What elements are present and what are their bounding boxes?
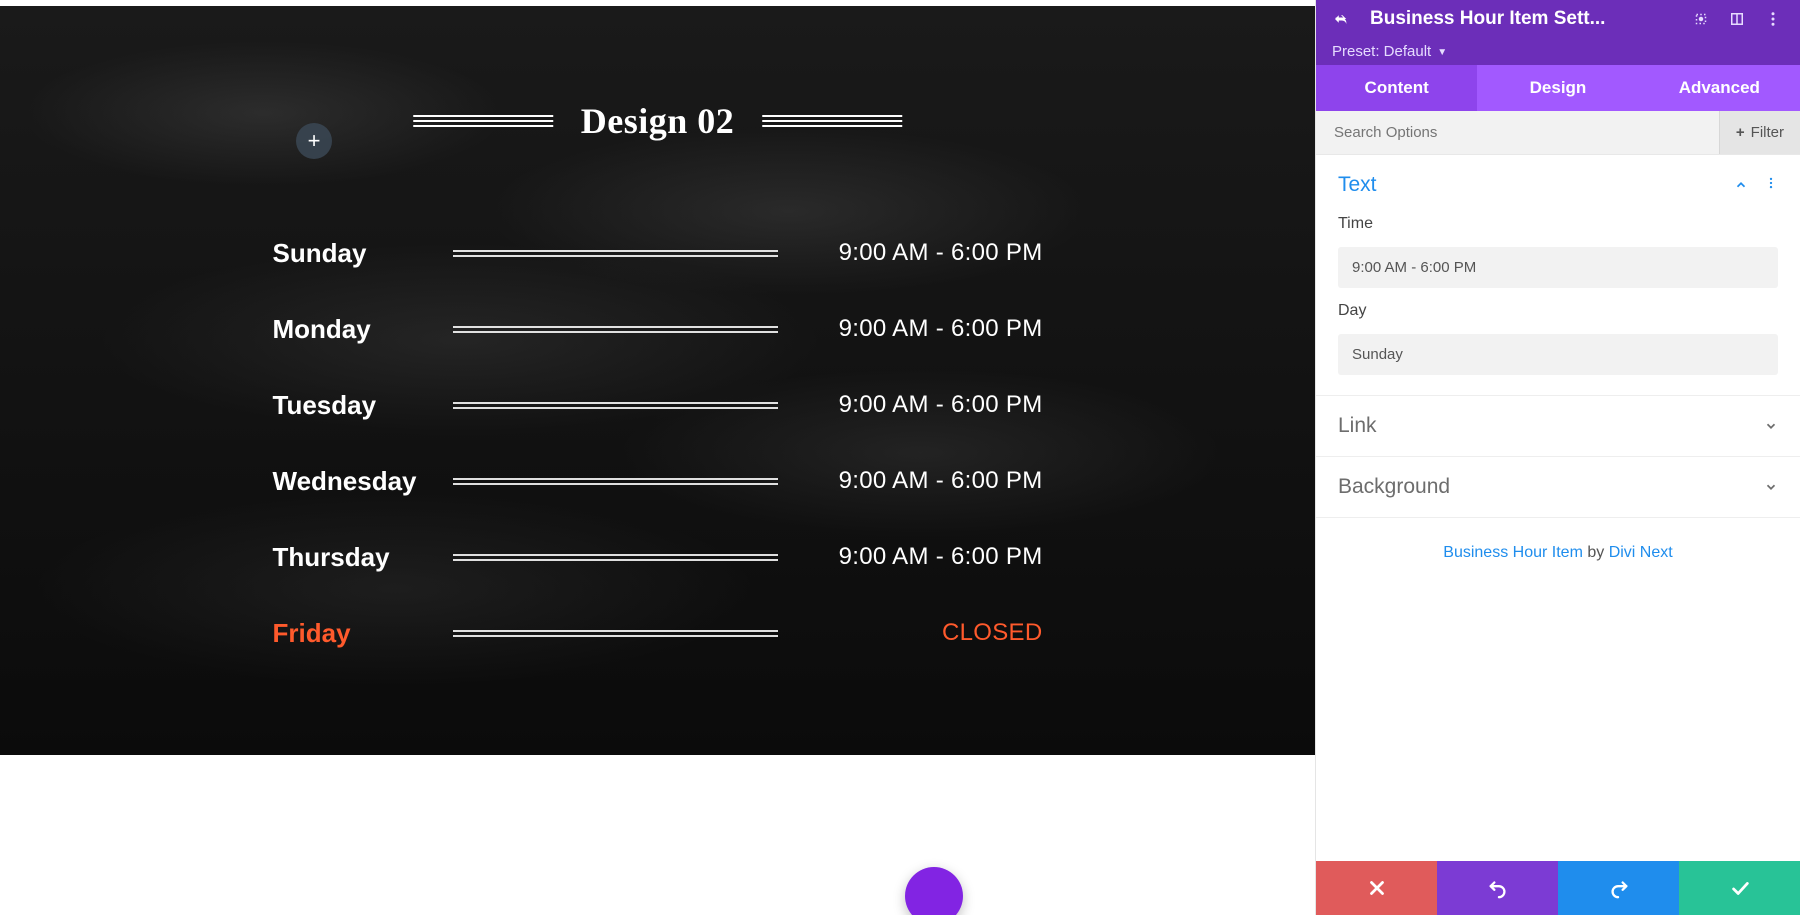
- business-hour-row[interactable]: Thursday 9:00 AM - 6:00 PM: [273, 519, 1043, 595]
- chevron-up-icon: [1734, 178, 1748, 192]
- page-canvas: + Design 02 Sunday9:00 AM - 6:00 PMMonda…: [0, 0, 1315, 915]
- close-icon: [1366, 877, 1388, 899]
- time-field-input[interactable]: [1338, 247, 1778, 288]
- module-link[interactable]: Business Hour Item: [1443, 544, 1583, 561]
- time-label: 9:00 AM - 6:00 PM: [808, 239, 1043, 267]
- row-divider: [453, 402, 778, 409]
- chevron-down-icon: [1764, 480, 1778, 494]
- day-label: Wednesday: [273, 466, 443, 497]
- time-label: 9:00 AM - 6:00 PM: [808, 543, 1043, 571]
- time-label: 9:00 AM - 6:00 PM: [808, 315, 1043, 343]
- tab-design[interactable]: Design: [1477, 65, 1638, 111]
- panel-tabs: Content Design Advanced: [1316, 65, 1800, 111]
- filter-button[interactable]: + Filter: [1719, 111, 1800, 154]
- plus-icon: +: [1736, 124, 1745, 141]
- section-heading-row: Design 02: [413, 100, 903, 142]
- section-text: Text Time Day: [1316, 155, 1800, 396]
- section-link-toggle[interactable]: Link: [1316, 396, 1800, 456]
- day-label: Sunday: [273, 238, 443, 269]
- undo-button[interactable]: [1437, 861, 1558, 915]
- section-background-title: Background: [1338, 475, 1450, 499]
- expand-button[interactable]: [1688, 6, 1714, 32]
- heading-divider-right: [762, 115, 902, 127]
- expand-icon: [1692, 10, 1710, 28]
- hero-section: + Design 02 Sunday9:00 AM - 6:00 PMMonda…: [0, 0, 1315, 755]
- row-divider: [453, 478, 778, 485]
- section-text-toggle[interactable]: Text: [1316, 155, 1800, 215]
- business-hour-row[interactable]: Wednesday 9:00 AM - 6:00 PM: [273, 443, 1043, 519]
- search-row: + Filter: [1316, 111, 1800, 155]
- time-label: 9:00 AM - 6:00 PM: [808, 391, 1043, 419]
- cancel-button[interactable]: [1316, 861, 1437, 915]
- day-label: Friday: [273, 618, 443, 649]
- redo-button[interactable]: [1558, 861, 1679, 915]
- chevron-down-icon: [1764, 419, 1778, 433]
- kebab-icon: [1764, 10, 1782, 28]
- section-heading: Design 02: [581, 100, 735, 142]
- snap-button[interactable]: [1724, 6, 1750, 32]
- day-label: Tuesday: [273, 390, 443, 421]
- row-divider: [453, 554, 778, 561]
- snap-icon: [1728, 10, 1746, 28]
- section-link-title: Link: [1338, 414, 1377, 438]
- tab-content[interactable]: Content: [1316, 65, 1477, 111]
- floating-action-button[interactable]: [905, 867, 963, 915]
- save-button[interactable]: [1679, 861, 1800, 915]
- business-hours-list: Sunday 9:00 AM - 6:00 PM Monday 9:00 AM - 6…: [273, 215, 1043, 671]
- back-button[interactable]: [1326, 4, 1356, 34]
- add-module-button[interactable]: +: [296, 123, 332, 159]
- time-label: 9:00 AM - 6:00 PM: [808, 467, 1043, 495]
- section-text-content: Time Day: [1316, 215, 1800, 395]
- business-hour-row[interactable]: Friday CLOSED: [273, 595, 1043, 671]
- heading-divider-left: [413, 115, 553, 127]
- kebab-icon: [1764, 176, 1778, 190]
- panel-body: Text Time Day Link: [1316, 155, 1800, 861]
- search-input[interactable]: [1316, 124, 1719, 141]
- preset-selector[interactable]: Preset: Default ▼: [1316, 38, 1800, 65]
- header-menu-button[interactable]: [1760, 6, 1786, 32]
- day-label: Thursday: [273, 542, 443, 573]
- day-field-label: Day: [1338, 302, 1778, 320]
- business-hour-row[interactable]: Sunday 9:00 AM - 6:00 PM: [273, 215, 1043, 291]
- panel-title: Business Hour Item Sett...: [1366, 8, 1678, 30]
- back-arrow-icon: [1332, 10, 1350, 28]
- time-label: CLOSED: [808, 619, 1043, 647]
- section-text-title: Text: [1338, 173, 1377, 197]
- business-hour-row[interactable]: Tuesday 9:00 AM - 6:00 PM: [273, 367, 1043, 443]
- panel-footer: [1316, 861, 1800, 915]
- row-divider: [453, 630, 778, 637]
- check-icon: [1729, 877, 1751, 899]
- business-hour-row[interactable]: Monday 9:00 AM - 6:00 PM: [273, 291, 1043, 367]
- row-divider: [453, 326, 778, 333]
- module-credits: Business Hour Item by Divi Next: [1316, 518, 1800, 588]
- credits-by: by: [1583, 544, 1609, 561]
- section-menu-button[interactable]: [1764, 176, 1778, 195]
- author-link[interactable]: Divi Next: [1609, 544, 1673, 561]
- tab-advanced[interactable]: Advanced: [1639, 65, 1800, 111]
- time-field-label: Time: [1338, 215, 1778, 233]
- panel-header: Business Hour Item Sett... Preset: Defau…: [1316, 0, 1800, 65]
- filter-label: Filter: [1751, 124, 1784, 141]
- caret-down-icon: ▼: [1437, 47, 1447, 58]
- settings-panel: Business Hour Item Sett... Preset: Defau…: [1315, 0, 1800, 915]
- undo-icon: [1487, 877, 1509, 899]
- redo-icon: [1608, 877, 1630, 899]
- section-background: Background: [1316, 457, 1800, 518]
- day-label: Monday: [273, 314, 443, 345]
- section-link: Link: [1316, 396, 1800, 457]
- preset-label: Preset: Default: [1332, 43, 1431, 60]
- section-background-toggle[interactable]: Background: [1316, 457, 1800, 517]
- day-field-input[interactable]: [1338, 334, 1778, 375]
- row-divider: [453, 250, 778, 257]
